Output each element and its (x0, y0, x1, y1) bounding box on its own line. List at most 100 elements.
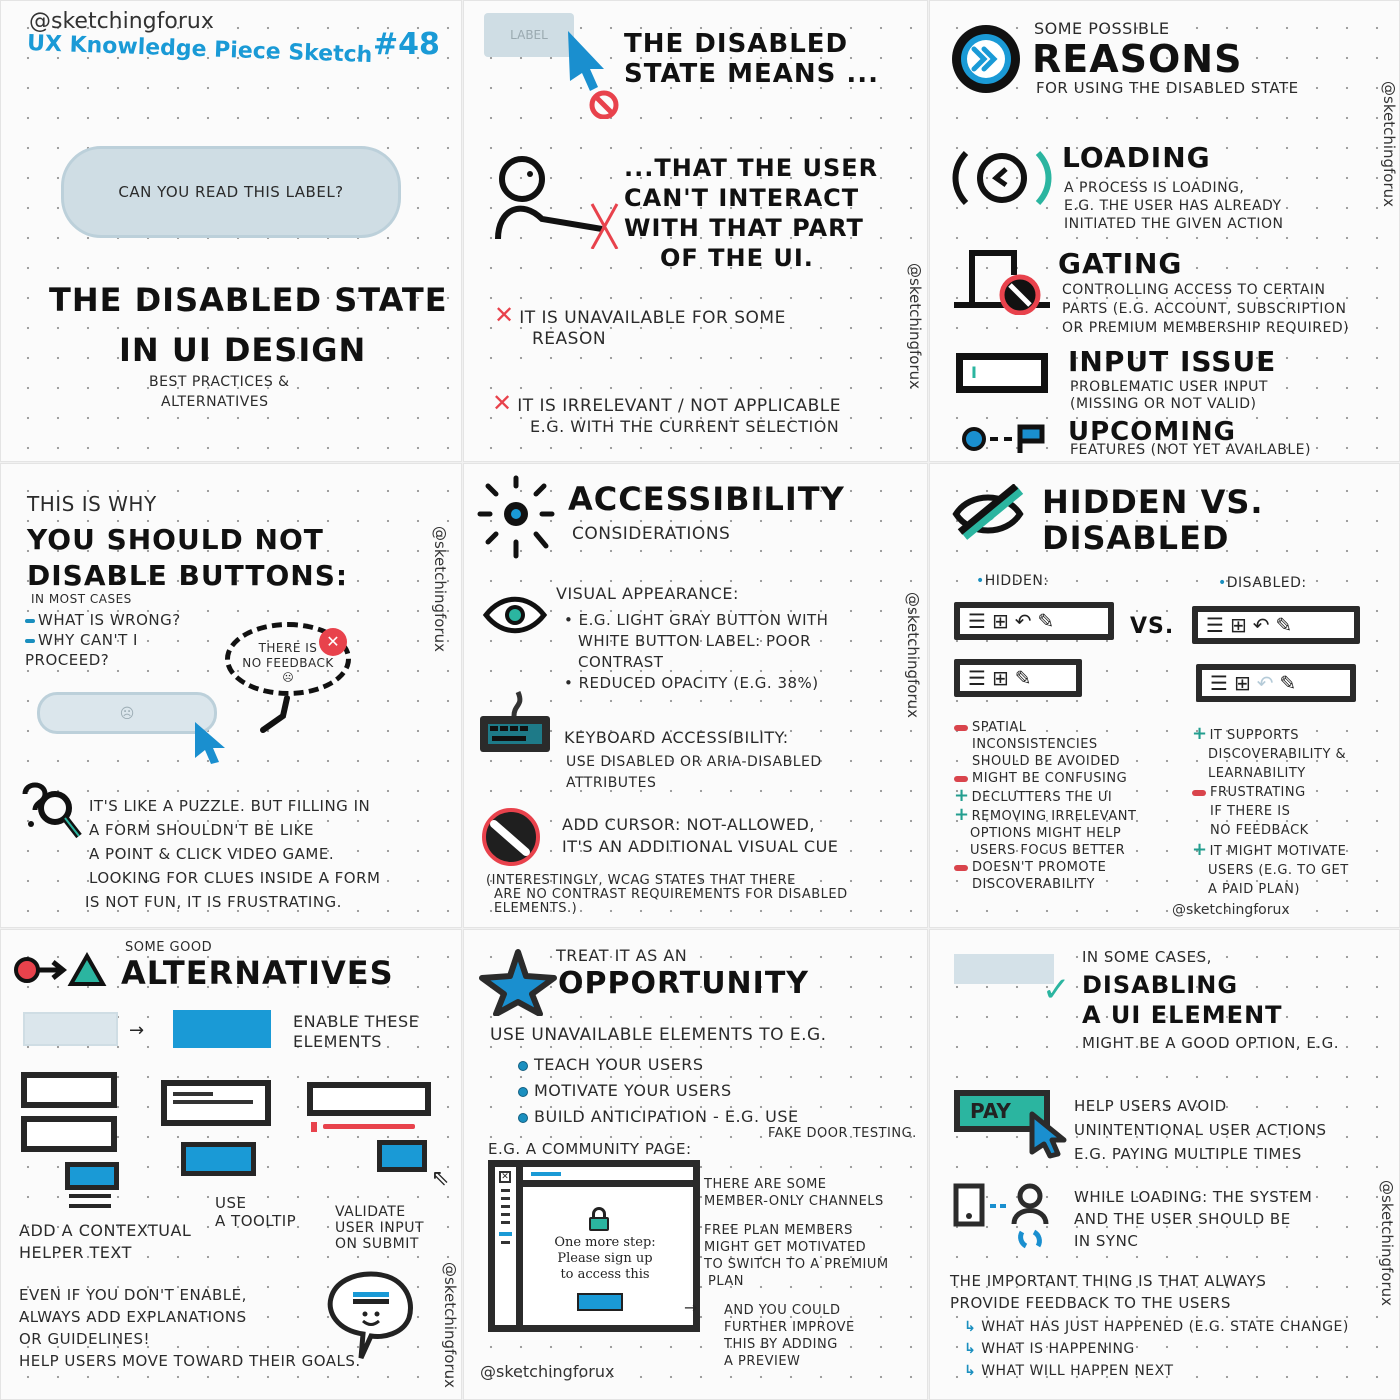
mock-header (523, 1167, 693, 1187)
return-arrow-icon: ↳ (964, 1319, 977, 1335)
arrow-right-icon: → (684, 1298, 698, 1317)
option-heading-line1: DISABLING (1082, 971, 1239, 999)
why-qualifier: IN MOST CASES (31, 592, 132, 606)
red-to-triangle-icon (14, 952, 107, 986)
bullet-text: MOTIVATE YOUR USERS (534, 1081, 732, 1100)
reason-desc-gating: CONTROLLING ACCESS TO CERTAIN PARTS (E.G… (1062, 281, 1349, 338)
important-line: PROVIDE FEEDBACK TO THE USERS (950, 1294, 1231, 1312)
reasons-subheading: FOR USING THE DISABLED STATE (1036, 79, 1299, 97)
point-line: SPATIAL (972, 720, 1027, 735)
form-field (21, 1072, 117, 1108)
option-kicker: IN SOME CASES, (1082, 948, 1212, 966)
disabled-points: + IT SUPPORTS DISCOVERABILITY & LEARNABIL… (1192, 724, 1392, 899)
enable-line: ENABLE THESE (293, 1012, 420, 1031)
note-line: THERE ARE SOME (704, 1177, 827, 1192)
vs-label: VS. (1130, 614, 1175, 639)
reason-item: ✕ IT IS IRRELEVANT / NOT APPLICABLE E.G.… (492, 389, 841, 436)
table-icon: ⊞ (1229, 613, 1247, 637)
list-icon: ☰ (1210, 671, 1228, 695)
panel-alternatives: SOME GOOD ALTERNATIVES → ENABLE THESE EL… (0, 929, 462, 1400)
footer-line: EVEN IF YOU DON'T ENABLE, (19, 1286, 247, 1304)
helper-text-lines (69, 1194, 111, 1208)
note-line: PLAN (708, 1274, 744, 1289)
point-line: USERS FOCUS BETTER (970, 843, 1126, 858)
visual-bullet: • E.G. LIGHT GRAY BUTTON WITH (564, 611, 829, 629)
community-page-mock: ✕ One more step: Please sign up to acces… (488, 1160, 700, 1332)
visual-bullet: • REDUCED OPACITY (E.G. 38%) (564, 674, 819, 692)
option-heading-line2: A UI ELEMENT (1082, 1001, 1283, 1029)
minus-icon (954, 864, 968, 871)
question-text: WHAT IS WRONG? (38, 611, 181, 629)
sad-face-icon: ☹ (119, 706, 135, 722)
note-line: ARE NO CONTRAST REQUIREMENTS FOR DISABLE… (494, 887, 848, 902)
lock-icon (589, 1207, 609, 1231)
close-box-icon: ✕ (499, 1171, 511, 1183)
desc-line: PARTS (E.G. ACCOUNT, SUBSCRIPTION (1062, 301, 1347, 317)
point-line: USERS (E.G. TO GET (1208, 863, 1349, 878)
note-line: AND YOU COULD (724, 1303, 841, 1318)
upcoming-flag-icon (962, 424, 1045, 453)
opp-bullets: TEACH YOUR USERS MOTIVATE YOUR USERS BUI… (518, 1052, 799, 1130)
point-line: SHOULD BE AVOIDED (972, 754, 1120, 769)
reason-line: E.G. WITH THE CURRENT SELECTION (530, 417, 840, 436)
author-handle-vertical: @sketchingforux (904, 592, 922, 719)
means-heading: THE DISABLED STATE MEANS ... (624, 29, 879, 89)
puzzle-line: A FORM SHOULDN'T BE LIKE (89, 821, 314, 839)
desc-line: E.G. THE USER HAS ALREADY (1064, 198, 1282, 214)
checkmark-icon: ✓ (1042, 970, 1071, 1010)
undo-icon: ↶ (1014, 609, 1032, 633)
author-handle-vertical: @sketchingforux (906, 263, 924, 390)
enable-line: ELEMENTS (293, 1032, 382, 1051)
puzzle-line: IS NOT FUN, IT IS FRUSTRATING. (85, 893, 342, 911)
fast-forward-circle-icon (952, 25, 1020, 93)
reason-desc-upcoming: FEATURES (NOT YET AVAILABLE) (1070, 442, 1311, 458)
point-line: DECLUTTERS THE UI (971, 790, 1113, 805)
question-item: WHY CAN'T I PROCEED? (25, 630, 155, 670)
disabled-button-label: LABEL (510, 28, 548, 42)
disabled-button-sad: ☹ (37, 692, 217, 734)
opp-heading: OPPORTUNITY (558, 966, 810, 1001)
loading-clock-icon (952, 150, 1052, 206)
plus-icon: + (954, 804, 970, 825)
point-item: FRUSTRATING (1192, 783, 1392, 802)
panel-good-option: ✓ IN SOME CASES, DISABLING A UI ELEMENT … (929, 929, 1400, 1400)
pay-line: HELP USERS AVOID (1074, 1097, 1227, 1115)
mock-sidebar: ✕ (495, 1167, 523, 1325)
keyboard-line: ATTRIBUTES (566, 775, 657, 791)
reason-title-gating: GATING (1058, 247, 1183, 280)
form-submit-button (65, 1162, 119, 1190)
hidden-label: •HIDDEN: (976, 573, 1049, 589)
mock-line: to access this (560, 1267, 650, 1282)
note-line: A PREVIEW (724, 1354, 801, 1369)
puzzle-line: LOOKING FOR CLUES INSIDE A FORM (89, 869, 381, 887)
note-line: FREE PLAN MEMBERS (704, 1223, 853, 1238)
accessibility-subheading: CONSIDERATIONS (572, 524, 731, 544)
sad-face-icon: ☹ (282, 671, 294, 684)
undo-icon: ↶ (1252, 613, 1270, 637)
point-line: A PAID PLAN) (1208, 882, 1300, 897)
side-note: FREE PLAN MEMBERS MIGHT GET MOTIVATED TO… (704, 1222, 889, 1290)
feedback-item: ↳ WHAT IS HAPPENING (964, 1338, 1349, 1360)
tooltip-desc: USE A TOOLTIP (215, 1194, 296, 1230)
author-handle-vertical: @sketchingforux (1380, 81, 1398, 208)
bullet-text: BUILD ANTICIPATION - E.G. USE (534, 1107, 799, 1126)
star-icon (479, 949, 557, 1016)
note-line: ELEMENTS.) (494, 901, 578, 916)
validate-line: ON SUBMIT (335, 1236, 419, 1252)
dash-icon (25, 638, 35, 643)
footer-line: HELP USERS MOVE TOWARD THEIR GOALS. (19, 1352, 361, 1370)
means-statement: ...THAT THE USER CAN'T INTERACT WITH THA… (624, 153, 878, 273)
panel-hidden-vs-disabled: HIDDEN VS. DISABLED •HIDDEN: •DISABLED: … (929, 463, 1400, 928)
eye-icon (482, 596, 548, 634)
mock-signup-button[interactable] (577, 1293, 623, 1311)
desc-line: (MISSING OR NOT VALID) (1070, 396, 1257, 412)
cursor-line: IT'S AN ADDITIONAL VISUAL CUE (562, 837, 839, 856)
point-line: DISCOVERABILITY & (1208, 747, 1347, 762)
helper-line: ADD A CONTEXTUAL (19, 1221, 192, 1240)
sync-line: IN SYNC (1074, 1232, 1139, 1250)
point-line: INCONSISTENCIES (972, 737, 1098, 752)
point-item: MIGHT BE CONFUSING (954, 770, 1164, 787)
opp-intro: USE UNAVAILABLE ELEMENTS TO E.G. (490, 1025, 827, 1045)
minus-icon (954, 724, 968, 731)
opp-bullet: BUILD ANTICIPATION - E.G. USE (518, 1104, 799, 1130)
